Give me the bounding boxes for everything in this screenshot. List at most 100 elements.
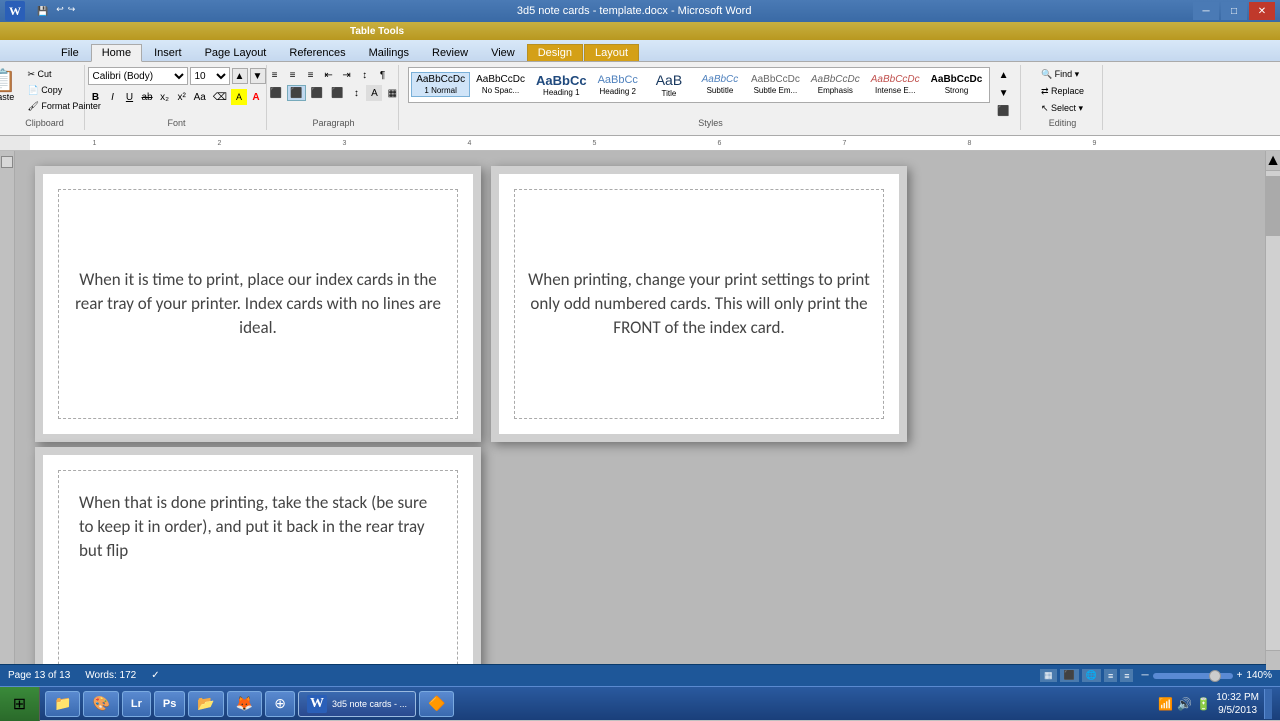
clipboard-group-label: Clipboard xyxy=(5,118,84,128)
paragraph-group-label: Paragraph xyxy=(269,118,398,128)
find-button[interactable]: 🔍 Find ▾ xyxy=(1037,67,1083,82)
quick-access-redo[interactable]: ↪ xyxy=(68,4,76,19)
select-button[interactable]: ↖ Select ▾ xyxy=(1037,101,1087,116)
taskbar-ie[interactable]: 📂 xyxy=(188,691,223,717)
superscript-button[interactable]: x² xyxy=(174,89,190,105)
tab-file[interactable]: File xyxy=(50,44,90,61)
font-color-button[interactable]: A xyxy=(248,89,264,105)
document-area[interactable]: When it is time to print, place our inde… xyxy=(15,151,1265,664)
tab-layout[interactable]: Layout xyxy=(584,44,639,61)
styles-scroll-down[interactable]: ▼ xyxy=(994,85,1012,101)
outline-button[interactable]: ≡ xyxy=(1104,669,1117,682)
taskbar-file-explorer[interactable]: 📁 xyxy=(45,691,80,717)
sort-button[interactable]: ↕ xyxy=(357,67,373,83)
maximize-button[interactable]: □ xyxy=(1221,2,1247,20)
print-layout-button[interactable]: ▦ xyxy=(1040,669,1057,682)
card-inner-3[interactable]: When that is done printing, take the sta… xyxy=(58,470,458,664)
font-grow-button[interactable]: ▲ xyxy=(232,68,248,84)
web-layout-button[interactable]: 🌐 xyxy=(1082,669,1101,682)
tab-mailings[interactable]: Mailings xyxy=(358,44,420,61)
style-intense-em[interactable]: AaBbCcDc Intense E... xyxy=(866,72,925,97)
multilevel-button[interactable]: ≡ xyxy=(303,67,319,83)
underline-button[interactable]: U xyxy=(122,89,138,105)
font-group-label: Font xyxy=(87,118,266,128)
text-highlight-button[interactable]: A xyxy=(231,89,247,105)
style-title[interactable]: AaB Title xyxy=(644,70,694,100)
tab-home[interactable]: Home xyxy=(91,44,142,62)
numbering-button[interactable]: ≡ xyxy=(285,67,301,83)
card-inner-1[interactable]: When it is time to print, place our inde… xyxy=(58,189,458,419)
taskbar-vlc[interactable]: 🔶 xyxy=(419,691,454,717)
font-name-row: Calibri (Body) 10 ▲ ▼ xyxy=(88,67,266,85)
justify-button[interactable]: ⬛ xyxy=(328,85,346,101)
lightroom-icon: Lr xyxy=(131,698,142,710)
style-normal[interactable]: AaBbCcDc 1 Normal xyxy=(411,72,470,97)
draft-button[interactable]: ≡ xyxy=(1120,669,1133,682)
show-desktop-button[interactable] xyxy=(1264,689,1272,719)
scroll-up-button[interactable]: ▲ xyxy=(1266,151,1280,171)
bullets-button[interactable]: ≡ xyxy=(267,67,283,83)
styles-group: AaBbCcDc 1 Normal AaBbCcDc No Spac... Aa… xyxy=(401,65,1021,130)
font-size-select[interactable]: 10 xyxy=(190,67,230,85)
style-no-spacing[interactable]: AaBbCcDc No Spac... xyxy=(471,72,530,97)
close-button[interactable]: ✕ xyxy=(1249,2,1275,20)
style-subtle-em[interactable]: AaBbCcDc Subtle Em... xyxy=(746,72,805,97)
tab-references[interactable]: References xyxy=(278,44,356,61)
ribbon: 📋 Paste ✂ Cut 📄 Copy 🖌 Format Painter Cl… xyxy=(0,62,1280,136)
increase-indent-button[interactable]: ⇥ xyxy=(339,67,355,83)
strikethrough-button[interactable]: ab xyxy=(139,89,156,105)
tab-insert[interactable]: Insert xyxy=(143,44,193,61)
scroll-thumb[interactable] xyxy=(1266,176,1280,236)
italic-button[interactable]: I xyxy=(105,89,121,105)
font-name-select[interactable]: Calibri (Body) xyxy=(88,67,188,85)
tab-review[interactable]: Review xyxy=(421,44,479,61)
bold-button[interactable]: B xyxy=(88,89,104,105)
case-button[interactable]: Aa xyxy=(191,89,209,105)
right-scrollbar[interactable]: ▲ ▼ xyxy=(1265,151,1280,664)
scroll-down-button[interactable]: ▼ xyxy=(1266,650,1280,664)
zoom-out-button[interactable]: ─ xyxy=(1141,670,1148,681)
tab-page-layout[interactable]: Page Layout xyxy=(194,44,278,61)
decrease-indent-button[interactable]: ⇤ xyxy=(321,67,337,83)
style-strong[interactable]: AaBbCcDc Strong xyxy=(926,72,988,97)
styles-scroll-up[interactable]: ▲ xyxy=(994,67,1012,83)
line-spacing-button[interactable]: ↕ xyxy=(348,85,364,101)
style-emphasis[interactable]: AaBbCcDc Emphasis xyxy=(806,72,865,97)
taskbar-right: 📶 🔊 🔋 10:32 PM 9/5/2013 xyxy=(1150,689,1280,719)
taskbar-paint[interactable]: 🎨 xyxy=(83,691,118,717)
zoom-in-button[interactable]: + xyxy=(1237,670,1243,681)
style-heading1[interactable]: AaBbCc Heading 1 xyxy=(531,71,592,100)
zoom-thumb[interactable] xyxy=(1209,670,1221,682)
taskbar-word[interactable]: W 3d5 note cards - ... xyxy=(298,691,416,717)
start-button[interactable]: ⊞ xyxy=(0,687,40,721)
font-shrink-button[interactable]: ▼ xyxy=(250,68,266,84)
minimize-button[interactable]: ─ xyxy=(1193,2,1219,20)
borders-button[interactable]: ▦ xyxy=(384,85,400,101)
tab-design[interactable]: Design xyxy=(527,44,583,61)
taskbar-chrome[interactable]: ⊕ xyxy=(265,691,295,717)
align-left-button[interactable]: ⬛ xyxy=(267,85,285,101)
clear-format-button[interactable]: ⌫ xyxy=(210,89,230,105)
sidebar-cursor-icon[interactable] xyxy=(1,156,13,168)
styles-expand[interactable]: ⬛ xyxy=(994,103,1012,119)
style-subtitle[interactable]: AaBbCc Subtitle xyxy=(695,72,745,97)
align-right-button[interactable]: ⬛ xyxy=(308,85,326,101)
zoom-level: 140% xyxy=(1246,670,1272,681)
quick-access-undo[interactable]: ↩ xyxy=(56,4,64,19)
taskbar-photoshop[interactable]: Ps xyxy=(154,691,185,717)
show-hide-button[interactable]: ¶ xyxy=(375,67,391,83)
zoom-slider[interactable] xyxy=(1153,673,1233,679)
taskbar-firefox[interactable]: 🦊 xyxy=(227,691,262,717)
clock[interactable]: 10:32 PM 9/5/2013 xyxy=(1216,691,1259,717)
taskbar-lightroom[interactable]: Lr xyxy=(122,691,151,717)
tab-view[interactable]: View xyxy=(480,44,526,61)
quick-access-save[interactable]: 💾 xyxy=(33,4,52,19)
align-center-button[interactable]: ⬛ xyxy=(287,85,305,101)
paste-button[interactable]: 📋 Paste xyxy=(0,67,21,105)
full-screen-button[interactable]: ⬛ xyxy=(1060,669,1079,682)
card-inner-2[interactable]: When printing, change your print setting… xyxy=(514,189,884,419)
subscript-button[interactable]: x₂ xyxy=(157,89,173,105)
shading-button[interactable]: A xyxy=(366,85,382,101)
style-heading2[interactable]: AaBbCc Heading 2 xyxy=(593,72,643,98)
replace-button[interactable]: ⇄ Replace xyxy=(1037,84,1088,99)
